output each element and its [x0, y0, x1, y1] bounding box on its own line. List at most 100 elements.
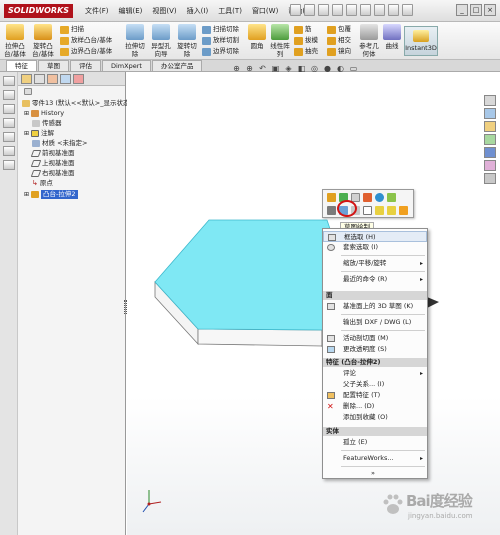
previous-view-icon[interactable]: ↶ [258, 64, 267, 73]
undo-icon[interactable] [346, 4, 357, 16]
tree-item-sensors[interactable]: 传感器 [32, 119, 62, 128]
intersect-button[interactable]: 相交 [327, 36, 351, 45]
parent-child-icon[interactable] [387, 193, 396, 202]
help-icon[interactable] [402, 4, 413, 16]
instant3d-button[interactable]: Instant3D [404, 26, 438, 56]
options-gear-icon[interactable] [388, 4, 399, 16]
menu-add-to-favorites[interactable]: 添加到收藏 (O) [323, 412, 427, 423]
menu-edit[interactable]: 编辑(E) [114, 5, 148, 17]
wrap-button[interactable]: 包覆 [327, 25, 351, 34]
restore-button[interactable]: □ [470, 4, 482, 16]
tree-item-history[interactable]: ⊞ History [24, 109, 64, 118]
hole-wizard-button[interactable]: 异型孔向导 [149, 24, 173, 58]
model-side-face-front[interactable] [197, 328, 323, 347]
tab-evaluate[interactable]: 评估 [70, 60, 101, 71]
print-icon[interactable] [332, 4, 343, 16]
view-settings-icon[interactable]: ▭ [349, 64, 358, 73]
tree-item-boss-extrude2[interactable]: ⊞ 凸台-拉伸2 [24, 190, 78, 199]
close-button[interactable]: × [484, 4, 496, 16]
loft-button[interactable]: 放样凸台/基体 [60, 36, 112, 45]
solidworks-resources-icon[interactable] [484, 95, 496, 106]
pin-icon[interactable] [2, 76, 15, 86]
tree-item-origin[interactable]: ↳ 原点 [32, 179, 53, 188]
display-style-icon[interactable]: ◧ [297, 64, 306, 73]
zoom-area-icon[interactable]: ⊕ [245, 64, 254, 73]
edit-feature-icon[interactable] [327, 193, 336, 202]
swept-cut-button[interactable]: 扫描切除 [202, 25, 239, 34]
display-manager-icon[interactable] [73, 74, 84, 84]
new-document-icon[interactable] [290, 4, 301, 16]
reference-geometry-button[interactable]: 参考几何体 [358, 24, 380, 58]
boundary-cut-button[interactable]: 边界切除 [202, 47, 239, 56]
menu-lasso-select[interactable]: 套索选取 (I) [323, 242, 427, 253]
fillet-button[interactable]: 圆角 [247, 24, 267, 50]
apply-scene-icon[interactable]: ◐ [336, 64, 345, 73]
mirror-button[interactable]: 镜向 [327, 47, 351, 56]
save-icon[interactable] [318, 4, 329, 16]
zoom-to-fit-icon[interactable]: ⊕ [232, 64, 241, 73]
menu-insert[interactable]: 插入(I) [182, 5, 214, 17]
zoom-to-selection-icon[interactable] [363, 206, 372, 215]
appearances-scenes-icon[interactable] [484, 160, 496, 171]
view-orientation-icon[interactable]: ◈ [284, 64, 293, 73]
rebuild-icon[interactable] [374, 4, 385, 16]
revolved-boss-button[interactable]: 旋转凸台/基体 [30, 24, 56, 58]
rib-button[interactable]: 筋 [294, 25, 312, 34]
appearances-icon[interactable] [2, 146, 15, 156]
curves-button[interactable]: 曲线 [382, 24, 402, 50]
appearance-icon[interactable] [375, 193, 384, 202]
menu-live-section-plane[interactable]: 活动剖切面 (M) [323, 333, 427, 344]
search-icon[interactable] [484, 134, 496, 145]
filter-icon[interactable] [24, 88, 32, 95]
boundary-boss-button[interactable]: 边界凸台/基体 [60, 47, 112, 56]
select-arrow-icon[interactable] [360, 4, 371, 16]
extruded-boss-button[interactable]: 拉伸凸台/基体 [2, 24, 28, 58]
rollback-icon[interactable] [363, 193, 372, 202]
menu-comment[interactable]: 评论 ▸ [323, 368, 427, 379]
normal-to-icon[interactable] [327, 206, 336, 215]
custom-properties-icon[interactable] [484, 173, 496, 184]
feature-tree-icon[interactable] [21, 74, 32, 84]
shell-button[interactable]: 抽壳 [294, 47, 318, 56]
design-library-icon[interactable] [2, 104, 15, 114]
convert-entities-icon[interactable] [375, 206, 384, 215]
tree-item-material[interactable]: 材质 <未指定> [32, 139, 87, 148]
menu-zoom-pan-rotate[interactable]: 缩放/平移/旋转 ▸ [323, 258, 427, 269]
measure-icon[interactable] [399, 206, 408, 215]
menu-parent-child[interactable]: 父子关系... (I) [323, 379, 427, 390]
menu-recent-commands[interactable]: 最近的命令 (R) ▸ [323, 274, 427, 285]
minimize-button[interactable]: _ [456, 4, 468, 16]
menu-change-transparency[interactable]: 更改透明度 (S) [323, 344, 427, 355]
sweep-button[interactable]: 扫描 [60, 25, 84, 34]
draft-button[interactable]: 拔模 [294, 36, 318, 45]
edit-appearance-icon[interactable]: ● [323, 64, 332, 73]
file-explorer-icon[interactable] [2, 118, 15, 128]
tree-root-part[interactable]: 零件13 (默认<<默认>_显示状态 [22, 99, 129, 108]
menu-tools[interactable]: 工具(T) [213, 5, 247, 17]
menu-featureworks[interactable]: FeatureWorks... ▸ [323, 453, 427, 464]
linear-pattern-button[interactable]: 线性阵列 [269, 24, 291, 58]
dimxpert-manager-icon[interactable] [60, 74, 71, 84]
extruded-cut-button[interactable]: 拉伸切除 [123, 24, 147, 58]
view-palette-icon[interactable] [484, 147, 496, 158]
tree-item-front-plane[interactable]: 前视基准面 [30, 149, 75, 158]
view-palette-icon[interactable] [2, 132, 15, 142]
file-explorer-icon[interactable] [484, 121, 496, 132]
menu-view[interactable]: 视图(V) [147, 5, 181, 17]
menu-expand-more[interactable]: » [323, 468, 427, 479]
menu-delete[interactable]: ✕ 删除... (D) [323, 401, 427, 412]
menu-3d-sketch-on-plane[interactable]: 基准面上的 3D 草图 (K) [323, 301, 427, 312]
tab-features[interactable]: 特征 [6, 60, 37, 71]
menu-configure-feature[interactable]: 配置特征 (T) [323, 390, 427, 401]
home-icon[interactable] [2, 90, 15, 100]
property-manager-icon[interactable] [34, 74, 45, 84]
section-view-icon[interactable]: ▣ [271, 64, 280, 73]
tab-sketch[interactable]: 草图 [38, 60, 69, 71]
tab-office-products[interactable]: 办公室产品 [151, 60, 203, 71]
revolved-cut-button[interactable]: 旋转切除 [175, 24, 199, 58]
open-icon[interactable] [304, 4, 315, 16]
menu-box-select[interactable]: 框选取 (H) [323, 231, 427, 242]
solidworks-logo[interactable]: SOLIDWORKS [4, 4, 74, 18]
design-library-icon[interactable] [484, 108, 496, 119]
graphics-area[interactable] [127, 72, 500, 535]
